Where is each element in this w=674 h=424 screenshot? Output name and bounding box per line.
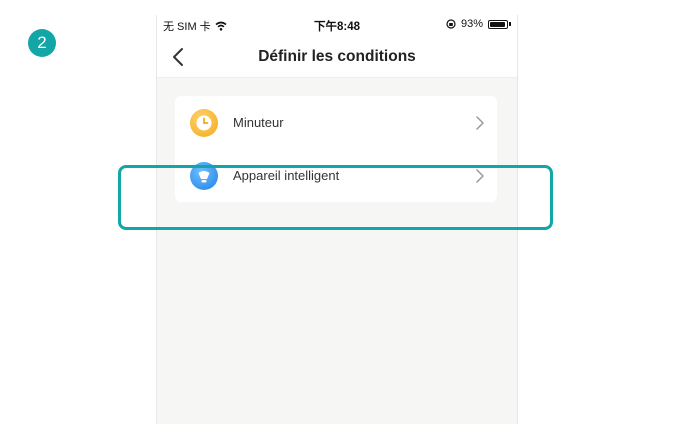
phone-screen: 无 SIM 卡 下午8:48 93% Définir les condition… (156, 15, 518, 424)
battery-percent: 93% (460, 18, 483, 30)
chevron-right-icon (476, 116, 484, 130)
navigation-bar: Définir les conditions (157, 37, 517, 78)
condition-item-timer[interactable]: Minuteur (175, 96, 497, 149)
smart-device-icon (190, 162, 218, 190)
condition-label-smart-device: Appareil intelligent (233, 168, 340, 183)
conditions-list: Minuteur Appareil intelligent (175, 96, 497, 202)
chevron-right-icon (476, 169, 484, 183)
page-title: Définir les conditions (258, 48, 416, 65)
battery-icon (488, 19, 508, 29)
battery-level (490, 21, 505, 27)
status-right: 93% (446, 18, 511, 30)
battery-tip (509, 22, 511, 26)
orientation-lock-icon (446, 19, 456, 29)
step-number-badge: 2 (28, 29, 56, 57)
status-bar: 无 SIM 卡 下午8:48 93% (157, 15, 517, 37)
condition-label-timer: Minuteur (233, 115, 284, 130)
condition-item-smart-device[interactable]: Appareil intelligent (175, 149, 497, 202)
timer-icon (190, 109, 218, 137)
